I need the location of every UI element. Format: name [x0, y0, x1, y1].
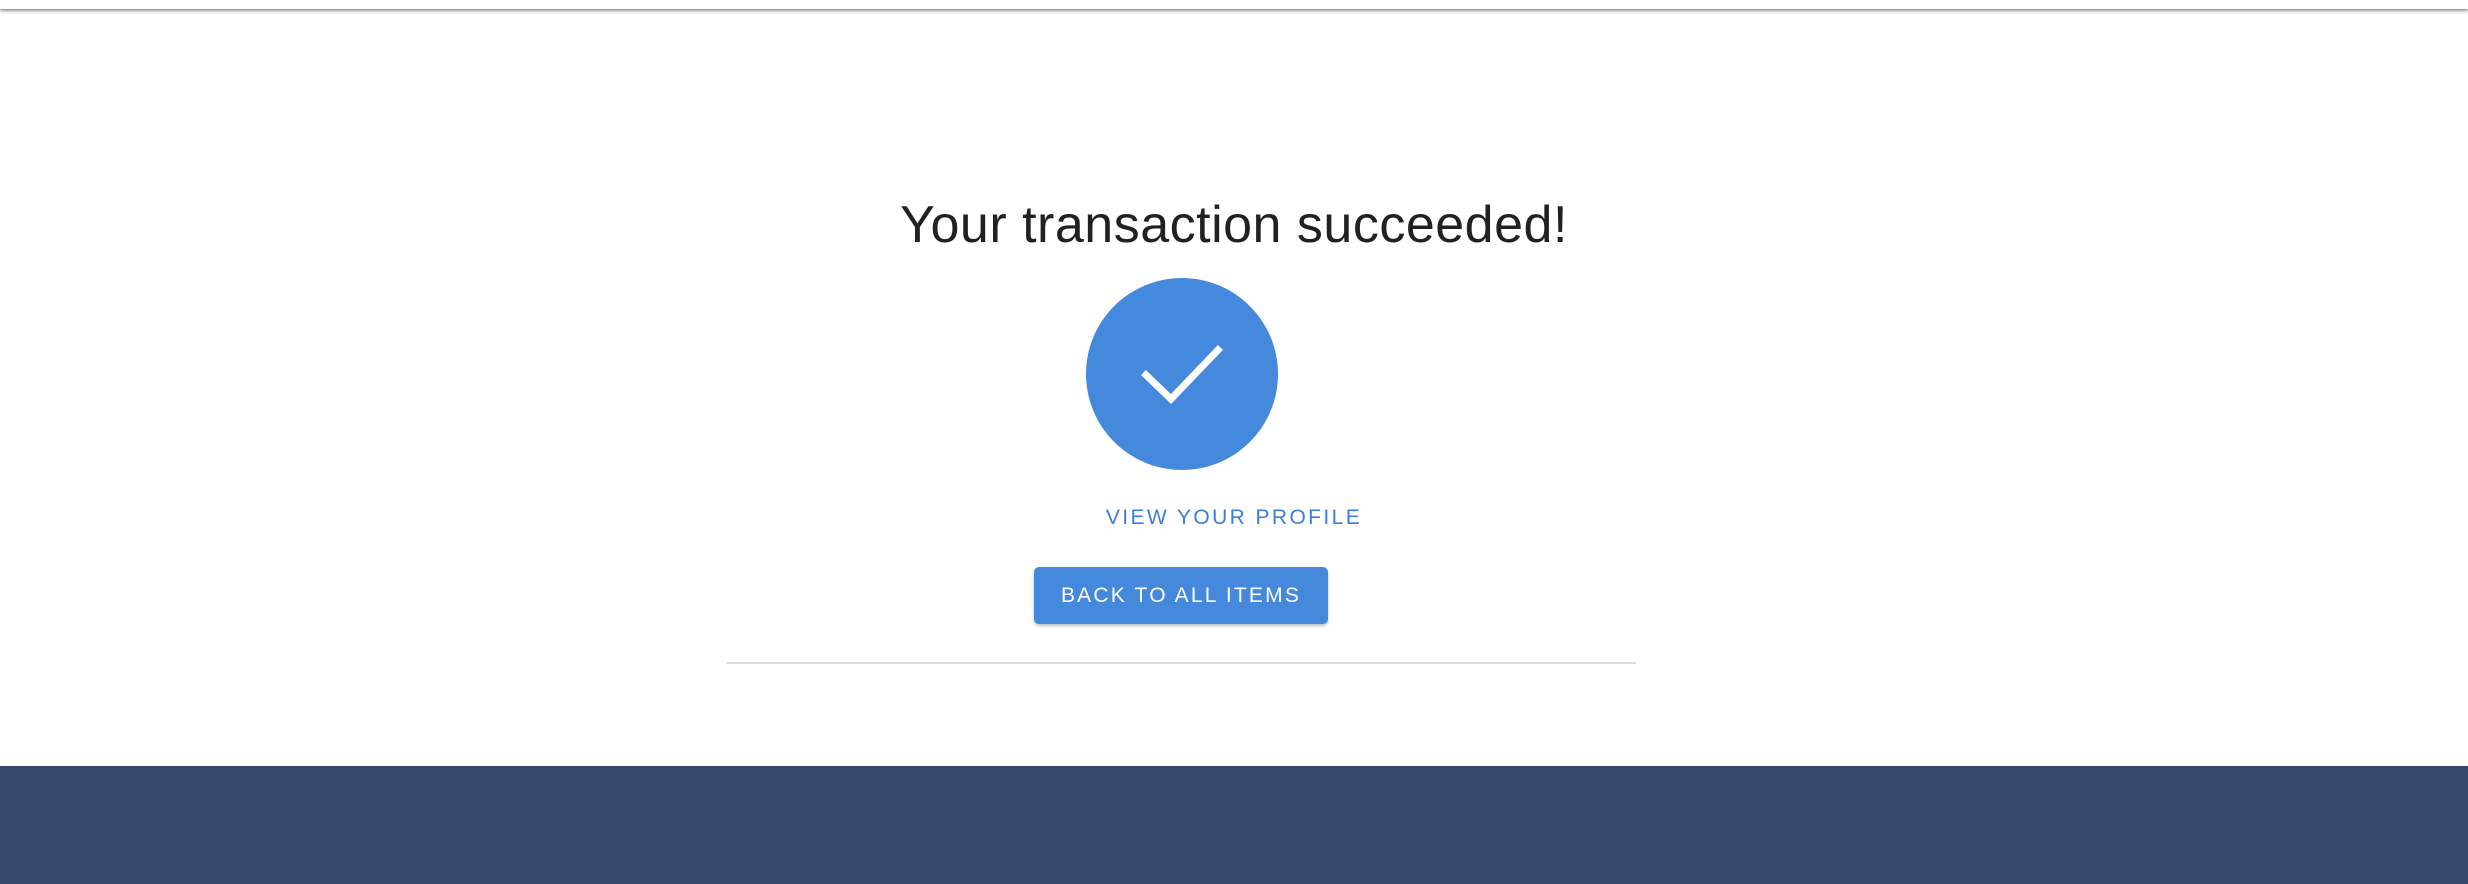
- view-profile-link[interactable]: VIEW YOUR PROFILE: [0, 504, 2468, 532]
- page-title: Your transaction succeeded!: [900, 195, 1568, 254]
- check-icon: [1141, 345, 1223, 404]
- back-to-all-items-button[interactable]: BACK TO ALL ITEMS: [1034, 567, 1328, 624]
- transaction-success-panel: Your transaction succeeded! VIEW YOUR PR…: [0, 0, 2468, 766]
- section-divider: [726, 662, 1636, 664]
- page: Your transaction succeeded! VIEW YOUR PR…: [0, 0, 2468, 884]
- success-check-icon: [1086, 278, 1278, 470]
- page-footer: [0, 766, 2468, 884]
